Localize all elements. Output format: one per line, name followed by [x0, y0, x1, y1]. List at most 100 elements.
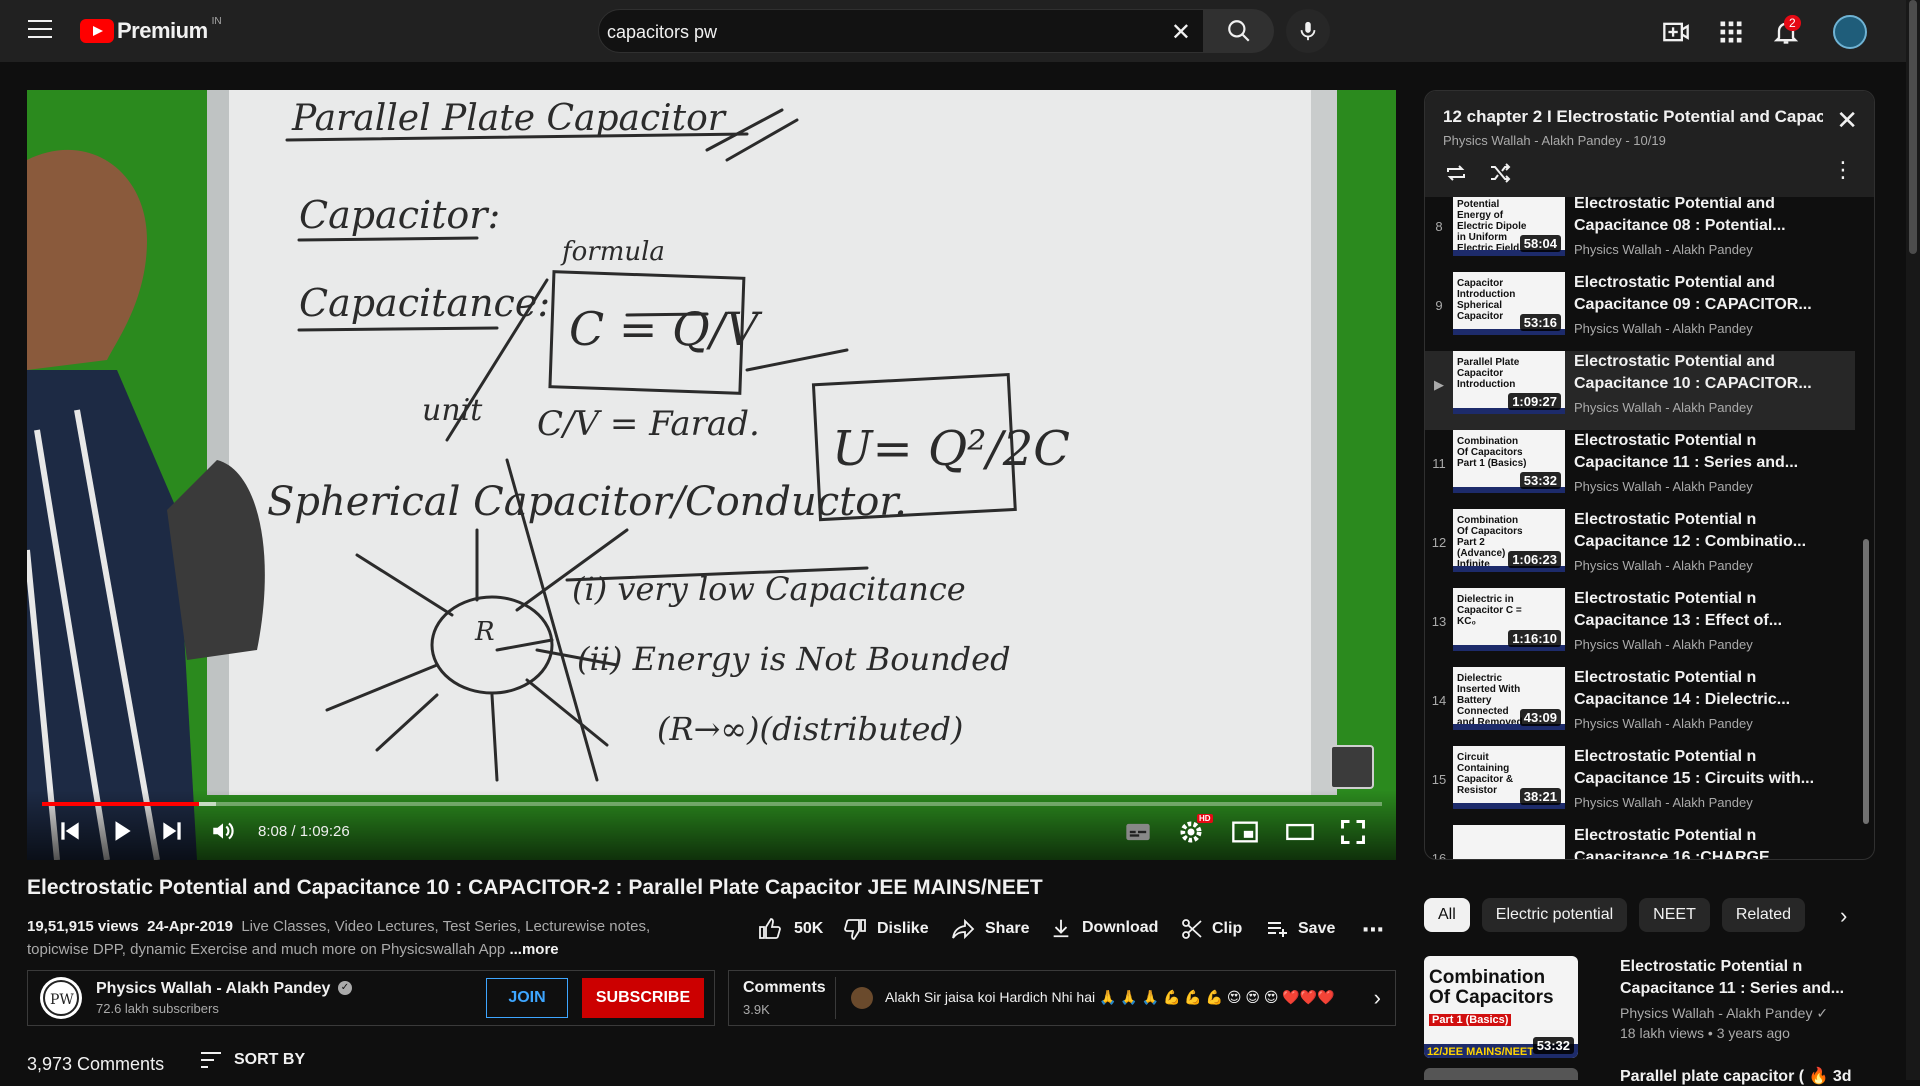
video-player[interactable]: Parallel Plate Capacitor Capacitor: Capa… — [27, 90, 1396, 860]
playlist-video-title[interactable]: Electrostatic Potential n Capacitance 11 … — [1574, 430, 1844, 474]
join-button[interactable]: JOIN — [486, 978, 568, 1018]
loop-icon[interactable] — [1443, 161, 1469, 185]
thumb-title: Capacitor Introduction Spherical Capacit… — [1457, 278, 1516, 322]
volume-icon[interactable] — [210, 818, 236, 844]
playlist-item[interactable]: 9 Capacitor Introduction Spherical Capaci… — [1425, 272, 1855, 351]
playlist-video-title[interactable]: Electrostatic Potential n Capacitance 15 … — [1574, 746, 1844, 790]
create-video-icon[interactable] — [1662, 18, 1690, 46]
playlist-video-channel: Physics Wallah - Alakh Pandey — [1574, 479, 1753, 494]
apps-grid-icon[interactable] — [1717, 18, 1745, 46]
account-avatar[interactable] — [1833, 15, 1867, 49]
more-actions-icon[interactable]: ⋯ — [1362, 917, 1384, 943]
dislike-button[interactable]: Dislike — [843, 917, 929, 941]
notification-count-badge: 2 — [1784, 15, 1801, 31]
playlist-thumbnail[interactable] — [1453, 825, 1565, 859]
playlist-item[interactable]: 14 Dielectric Inserted With Battery Conne… — [1425, 667, 1855, 746]
playlist-title[interactable]: 12 chapter 2 I Electrostatic Potential a… — [1443, 107, 1823, 127]
channel-avatar[interactable]: PW — [40, 977, 82, 1019]
playlist-video-title[interactable]: Electrostatic Potential n Capacitance 13 … — [1574, 588, 1844, 632]
playlist-index: 11 — [1432, 456, 1446, 471]
shuffle-icon[interactable] — [1487, 161, 1513, 185]
playlist-header: 12 chapter 2 I Electrostatic Potential a… — [1425, 91, 1874, 197]
playlist-item[interactable]: 11 Combination Of Capacitors Part 1 (Basi… — [1425, 430, 1855, 509]
playlist-thumbnail[interactable]: Dielectric Inserted With Battery Connect… — [1453, 667, 1565, 730]
chip-neet[interactable]: NEET — [1639, 898, 1710, 932]
recommended-thumbnail[interactable] — [1424, 1068, 1578, 1080]
chip-electric-potential[interactable]: Electric potential — [1481, 898, 1628, 932]
comments-teaser[interactable]: Comments 3.9K Alakh Sir jaisa koi Hardic… — [728, 970, 1396, 1026]
page-scrollbar[interactable] — [1906, 0, 1920, 1080]
playlist-index: 16 — [1431, 851, 1447, 860]
download-button[interactable]: Download — [1050, 917, 1158, 939]
play-icon[interactable] — [109, 818, 135, 844]
playlist-thumbnail[interactable]: Dielectric in Capacitor C = KC₀ 1:16:10 — [1453, 588, 1565, 651]
voice-search-button[interactable] — [1286, 9, 1330, 53]
miniplayer-icon[interactable] — [1231, 818, 1259, 846]
progress-played — [42, 802, 199, 806]
playlist-video-title[interactable]: Electrostatic Potential n Capacitance 12 … — [1574, 509, 1844, 553]
playlist-item[interactable]: ▶ Parallel Plate Capacitor Introduction 1:… — [1425, 351, 1855, 430]
recommended-channel[interactable]: Physics Wallah - Alakh Pandey ✓ — [1620, 1005, 1828, 1022]
playlist-thumbnail[interactable]: Capacitor Introduction Spherical Capacit… — [1453, 272, 1565, 335]
recommended-title[interactable]: Electrostatic Potential n Capacitance 11… — [1620, 956, 1860, 1000]
clear-search-icon[interactable]: ✕ — [1171, 18, 1191, 47]
close-icon[interactable]: ✕ — [1836, 105, 1858, 136]
playlist-video-title[interactable]: Electrostatic Potential n Capacitance 16 … — [1574, 825, 1844, 859]
playlist-video-title[interactable]: Electrostatic Potential n Capacitance 14 … — [1574, 667, 1844, 711]
video-duration: 1:09:27 — [1508, 393, 1561, 410]
menu-icon[interactable] — [28, 20, 52, 42]
playlist-thumbnail[interactable]: Potential Energy of Electric Dipole in U… — [1453, 197, 1565, 256]
playlist-item[interactable]: 12 Combination Of Capacitors Part 2 (Adva… — [1425, 509, 1855, 588]
chevron-right-icon[interactable]: › — [1374, 985, 1381, 1011]
video-frame-whiteboard: Parallel Plate Capacitor Capacitor: Capa… — [207, 90, 1337, 795]
playlist-video-title[interactable]: Electrostatic Potential and Capacitance 1… — [1574, 351, 1844, 395]
theater-mode-icon[interactable] — [1285, 818, 1315, 846]
playlist-scrollbar[interactable] — [1863, 539, 1869, 824]
next-video-icon[interactable] — [159, 818, 185, 844]
playlist-item[interactable]: 8 Potential Energy of Electric Dipole in … — [1425, 197, 1855, 272]
search-button[interactable] — [1204, 9, 1274, 53]
subscribe-button[interactable]: SUBSCRIBE — [582, 978, 704, 1018]
playlist-item[interactable]: 13 Dielectric in Capacitor C = KC₀ 1:16:10… — [1425, 588, 1855, 667]
playlist-video-title[interactable]: Electrostatic Potential and Capacitance 0… — [1574, 197, 1844, 237]
save-button[interactable]: Save — [1266, 917, 1335, 941]
thumb-title: Circuit Containing Capacitor & Resistor — [1457, 752, 1514, 796]
recommended-title[interactable]: Parallel plate capacitor ( 🔥 3d — [1620, 1066, 1852, 1086]
playlist-thumbnail[interactable]: Combination Of Capacitors Part 1 (Basics… — [1453, 430, 1565, 493]
search-box[interactable]: capacitors pw ✕ — [598, 9, 1204, 53]
search-input[interactable]: capacitors pw — [607, 22, 717, 43]
progress-bar[interactable] — [42, 802, 1382, 806]
title-line-1: Electrostatic Potential and — [1574, 197, 1775, 212]
recommended-video[interactable]: Combination Of Capacitors Part 1 (Basics… — [1424, 956, 1875, 1062]
playlist-video-title[interactable]: Electrostatic Potential and Capacitance 0… — [1574, 272, 1844, 316]
chevron-right-icon[interactable]: › — [1840, 903, 1847, 929]
channel-name[interactable]: Physics Wallah - Alakh Pandey — [96, 980, 330, 998]
view-count: 19,51,915 views — [27, 918, 139, 935]
like-button[interactable]: 50K — [758, 917, 823, 941]
playlist-more-icon[interactable]: ⋮ — [1832, 157, 1854, 183]
fullscreen-icon[interactable] — [1339, 818, 1367, 846]
youtube-logo[interactable]: Premium IN — [80, 16, 222, 44]
chip-related[interactable]: Related — [1721, 898, 1805, 932]
clip-button[interactable]: Clip — [1180, 917, 1242, 941]
hd-badge: HD — [1197, 814, 1213, 823]
sort-by-button[interactable]: SORT BY — [200, 1051, 305, 1069]
subtitles-icon[interactable] — [1124, 818, 1152, 846]
recommended-video[interactable]: Parallel plate capacitor ( 🔥 3d — [1424, 1066, 1875, 1085]
playlist-thumbnail[interactable]: Circuit Containing Capacitor & Resistor 3… — [1453, 746, 1565, 809]
playlist-video-channel: Physics Wallah - Alakh Pandey — [1574, 558, 1753, 573]
recommended-thumbnail[interactable]: Combination Of Capacitors Part 1 (Basics… — [1424, 956, 1578, 1058]
title-line-2: Capacitance 13 : Effect of... — [1574, 612, 1783, 629]
playlist-item[interactable]: 16 Electrostatic Potential n Capacitance 1… — [1425, 825, 1855, 860]
title-line-1: Electrostatic Potential n — [1574, 827, 1757, 844]
show-more-link[interactable]: ...more — [509, 941, 558, 958]
svg-text:PW: PW — [50, 992, 74, 1008]
previous-video-icon[interactable] — [57, 818, 83, 844]
chip-all[interactable]: All — [1424, 898, 1470, 932]
playlist-item[interactable]: 15 Circuit Containing Capacitor & Resisto… — [1425, 746, 1855, 825]
video-description[interactable]: 19,51,915 views 24-Apr-2019 Live Classes… — [27, 915, 747, 961]
comments-count: 3,973 Comments — [27, 1054, 165, 1074]
playlist-thumbnail[interactable]: Parallel Plate Capacitor Introduction 1:0… — [1453, 351, 1565, 414]
share-button[interactable]: Share — [951, 917, 1029, 941]
playlist-thumbnail[interactable]: Combination Of Capacitors Part 2 (Advanc… — [1453, 509, 1565, 572]
